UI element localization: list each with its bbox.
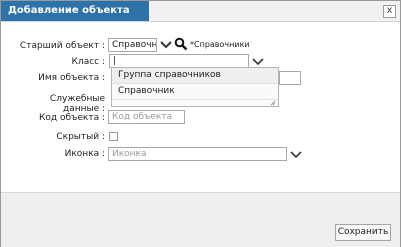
dialog-titlebar: Добавление объекта x (1, 1, 400, 22)
object-name-label: Имя объекта : (38, 73, 105, 83)
service-data-label: Служебные данные : (49, 94, 105, 114)
object-code-label: Код объекта : (38, 113, 105, 123)
icon-chevron-down-icon[interactable] (290, 151, 302, 161)
save-button[interactable]: Сохранить (335, 224, 391, 241)
object-name-input[interactable] (279, 71, 301, 85)
hidden-label: Скрытый : (56, 132, 105, 142)
parent-chevron-down-icon[interactable] (160, 41, 172, 51)
class-dropdown-list: Группа справочников Справочник (111, 67, 279, 107)
class-input[interactable]: | (109, 54, 249, 68)
class-label: Класс : (71, 57, 105, 67)
search-icon[interactable] (174, 37, 188, 51)
parent-object-input[interactable]: Справочни (108, 38, 157, 52)
icon-input[interactable]: Иконка (108, 147, 287, 161)
add-object-dialog: Добавление объекта x Старший объект : Сп… (0, 0, 401, 247)
dropdown-item-group[interactable]: Группа справочников (112, 68, 278, 84)
icon-label: Иконка : (64, 149, 105, 159)
hidden-checkbox[interactable] (109, 132, 118, 141)
parent-object-label: Старший объект : (19, 41, 105, 51)
resize-grip-icon[interactable] (270, 99, 276, 106)
dialog-footer: Сохранить (1, 192, 400, 247)
dialog-title: Добавление объекта (1, 1, 149, 21)
dropdown-item-directory[interactable]: Справочник (112, 84, 278, 100)
close-button[interactable]: x (383, 5, 396, 18)
parent-hint-text: *Справочники (190, 40, 250, 49)
object-code-input[interactable]: Код объекта (108, 110, 185, 124)
